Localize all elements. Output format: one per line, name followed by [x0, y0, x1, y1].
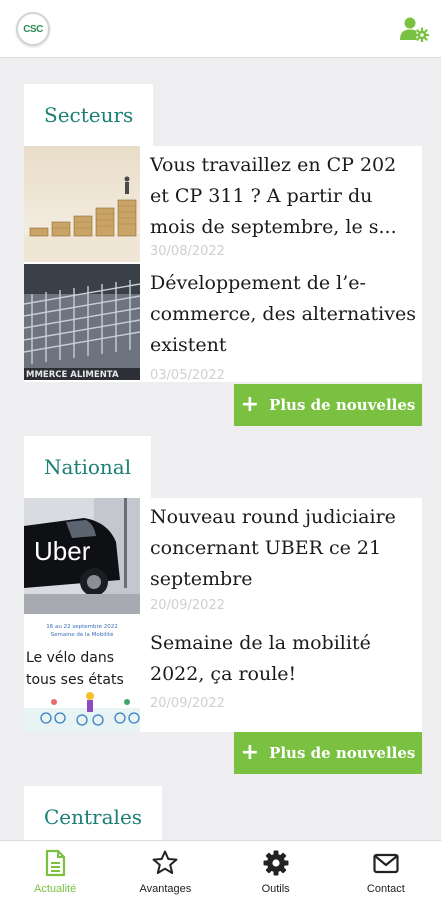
- news-title: Développement de l’e-commerce, des alter…: [150, 272, 416, 356]
- top-bar: CSC: [0, 0, 441, 58]
- news-thumbnail-velo: 16 au 22 septembre 2022 Semaine de la Mo…: [24, 616, 140, 732]
- more-news-label: Plus de nouvelles: [269, 396, 416, 414]
- document-icon: [46, 849, 66, 877]
- news-item[interactable]: MMERCE ALIMENTA Développement de l’e-com…: [24, 264, 422, 383]
- thumb-velo-dates: 16 au 22 septembre 2022: [46, 624, 118, 630]
- section-title-national: National: [24, 436, 152, 498]
- gear-icon: [263, 850, 289, 876]
- nav-tab-contact[interactable]: Contact: [331, 841, 441, 900]
- news-thumbnail-coins: [24, 146, 140, 262]
- nav-tab-actualite[interactable]: Actualité: [0, 841, 110, 900]
- more-news-button-national[interactable]: + Plus de nouvelles: [234, 732, 422, 774]
- news-date: 20/09/2022: [150, 598, 225, 613]
- thumb-velo-title-1: Le vélo dans: [26, 650, 114, 666]
- star-icon: [152, 850, 178, 874]
- nav-label: Contact: [366, 883, 405, 895]
- news-item[interactable]: Uber Nouveau round judiciaire concernant…: [24, 498, 422, 616]
- thumb-caption: MMERCE ALIMENTA: [26, 370, 119, 380]
- plus-icon: +: [240, 392, 260, 417]
- thumb-velo-title-2: tous ses états: [26, 672, 124, 688]
- news-item[interactable]: Vous travaillez en CP 202 et CP 311 ? A …: [24, 146, 422, 264]
- nav-label: Actualité: [34, 883, 77, 895]
- news-date: 03/05/2022: [150, 368, 225, 383]
- news-title: Semaine de la mobilité 2022, ça roule!: [150, 632, 371, 685]
- news-item[interactable]: 16 au 22 septembre 2022 Semaine de la Mo…: [24, 616, 422, 732]
- nav-label: Avantages: [139, 883, 192, 895]
- plus-icon: +: [240, 740, 260, 765]
- section-title-secteurs: Secteurs: [24, 84, 154, 146]
- user-gear-icon: [400, 17, 430, 43]
- app-screen: CSC Secteurs Vous travaillez en CP 202 e…: [0, 0, 441, 900]
- nav-tab-outils[interactable]: Outils: [221, 841, 331, 900]
- more-news-button-secteurs[interactable]: + Plus de nouvelles: [234, 384, 422, 426]
- news-title: Nouveau round judiciaire concernant UBER…: [150, 506, 396, 590]
- nav-label: Outils: [261, 883, 290, 895]
- news-date: 30/08/2022: [150, 244, 225, 259]
- section-card-secteurs: Vous travaillez en CP 202 et CP 311 ? A …: [24, 146, 422, 383]
- news-date: 20/09/2022: [150, 696, 225, 711]
- nav-tab-avantages[interactable]: Avantages: [110, 841, 220, 900]
- thumb-uber-text: Uber: [34, 536, 91, 566]
- section-title-centrales: Centrales: [24, 786, 163, 840]
- thumb-velo-subtitle: Semaine de la Mobilité: [51, 631, 114, 638]
- bottom-navigation: Actualité Avantages Outils Contact: [0, 840, 441, 900]
- profile-settings-button[interactable]: [399, 16, 430, 43]
- section-card-national: Uber Nouveau round judiciaire concernant…: [24, 498, 422, 732]
- logo-text: CSC: [23, 23, 43, 35]
- news-thumbnail-uber: Uber: [24, 498, 140, 614]
- news-feed[interactable]: Secteurs Vous travaillez en CP 202 et CP…: [0, 58, 441, 840]
- envelope-icon: [373, 853, 399, 874]
- news-thumbnail-carts: MMERCE ALIMENTA: [24, 264, 140, 380]
- more-news-label: Plus de nouvelles: [269, 744, 416, 762]
- news-title: Vous travaillez en CP 202 et CP 311 ? A …: [150, 154, 397, 238]
- csc-logo[interactable]: CSC: [16, 12, 50, 46]
